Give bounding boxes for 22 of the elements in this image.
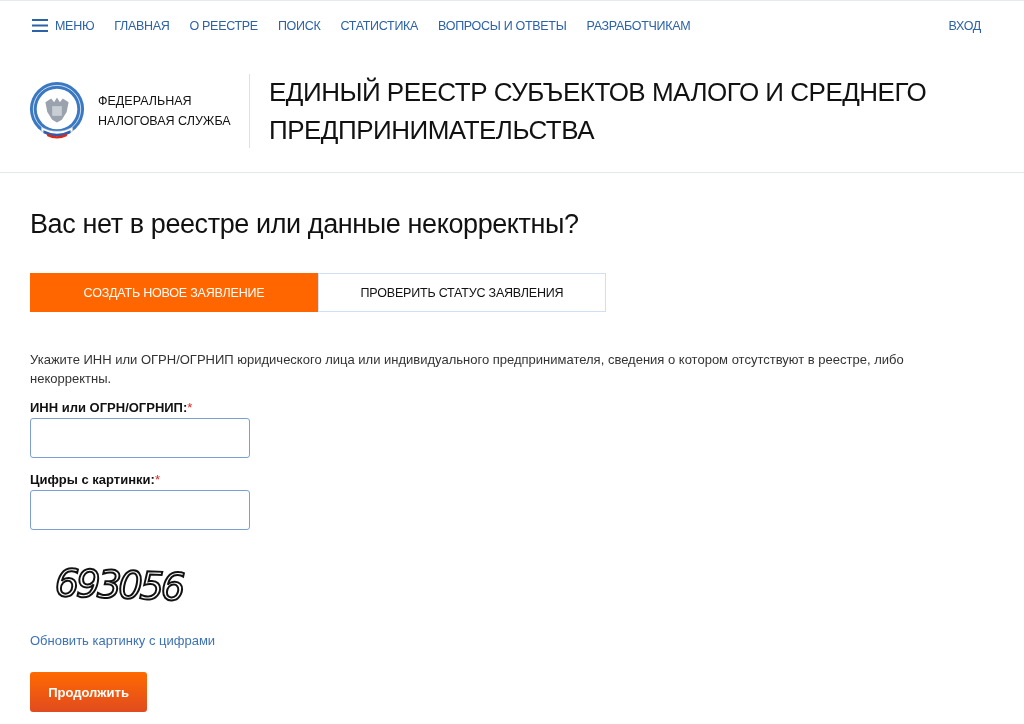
site-title: ЕДИНЫЙ РЕЕСТР СУБЪЕКТОВ МАЛОГО И СРЕДНЕГО ПРЕДПРИНИМАТЕЛЬСТВА [269, 76, 928, 147]
nav-link[interactable]: РАЗРАБОТЧИКАМ [586, 18, 691, 33]
field-label: Цифры с картинки:* [30, 471, 160, 489]
page-heading: Вас нет в реестре или данные некорректны? [30, 208, 579, 241]
nav-link[interactable]: ПОИСК [277, 18, 321, 33]
refresh-link[interactable]: Обновить картинку с цифрами [30, 632, 216, 650]
instruction-text: Укажите ИНН или ОГРН/ОГРНИП юридического лица или индивидуального предпринимателя, сведения о котором отсутствуют в реестре, либо некорректны. [30, 351, 905, 388]
input-field[interactable] [30, 490, 250, 530]
nav-link[interactable]: ВОПРОСЫ И ОТВЕТЫ [438, 18, 567, 33]
tab[interactable]: ПРОВЕРИТЬ СТАТУС ЗАЯВЛЕНИЯ [318, 273, 606, 312]
field-label: ИНН или ОГРН/ОГРНИП:* [30, 399, 193, 417]
menu-link[interactable]: МЕНЮ [32, 18, 95, 33]
org-name: ФЕДЕРАЛЬНАЯ НАЛОГОВАЯ СЛУЖБА [98, 93, 232, 130]
emblem-icon [28, 81, 86, 141]
nav-link[interactable]: СТАТИСТИКА [340, 18, 419, 33]
nav-link[interactable]: О РЕЕСТРЕ [189, 18, 258, 33]
menu-icon [32, 19, 48, 32]
continue-button[interactable]: Продолжить [30, 672, 147, 712]
captcha-image: 693056 [54, 560, 183, 610]
nav-link[interactable]: ГЛАВНАЯ [114, 18, 170, 33]
input-field[interactable] [30, 418, 250, 458]
login-link[interactable]: ВХОД [948, 18, 981, 33]
